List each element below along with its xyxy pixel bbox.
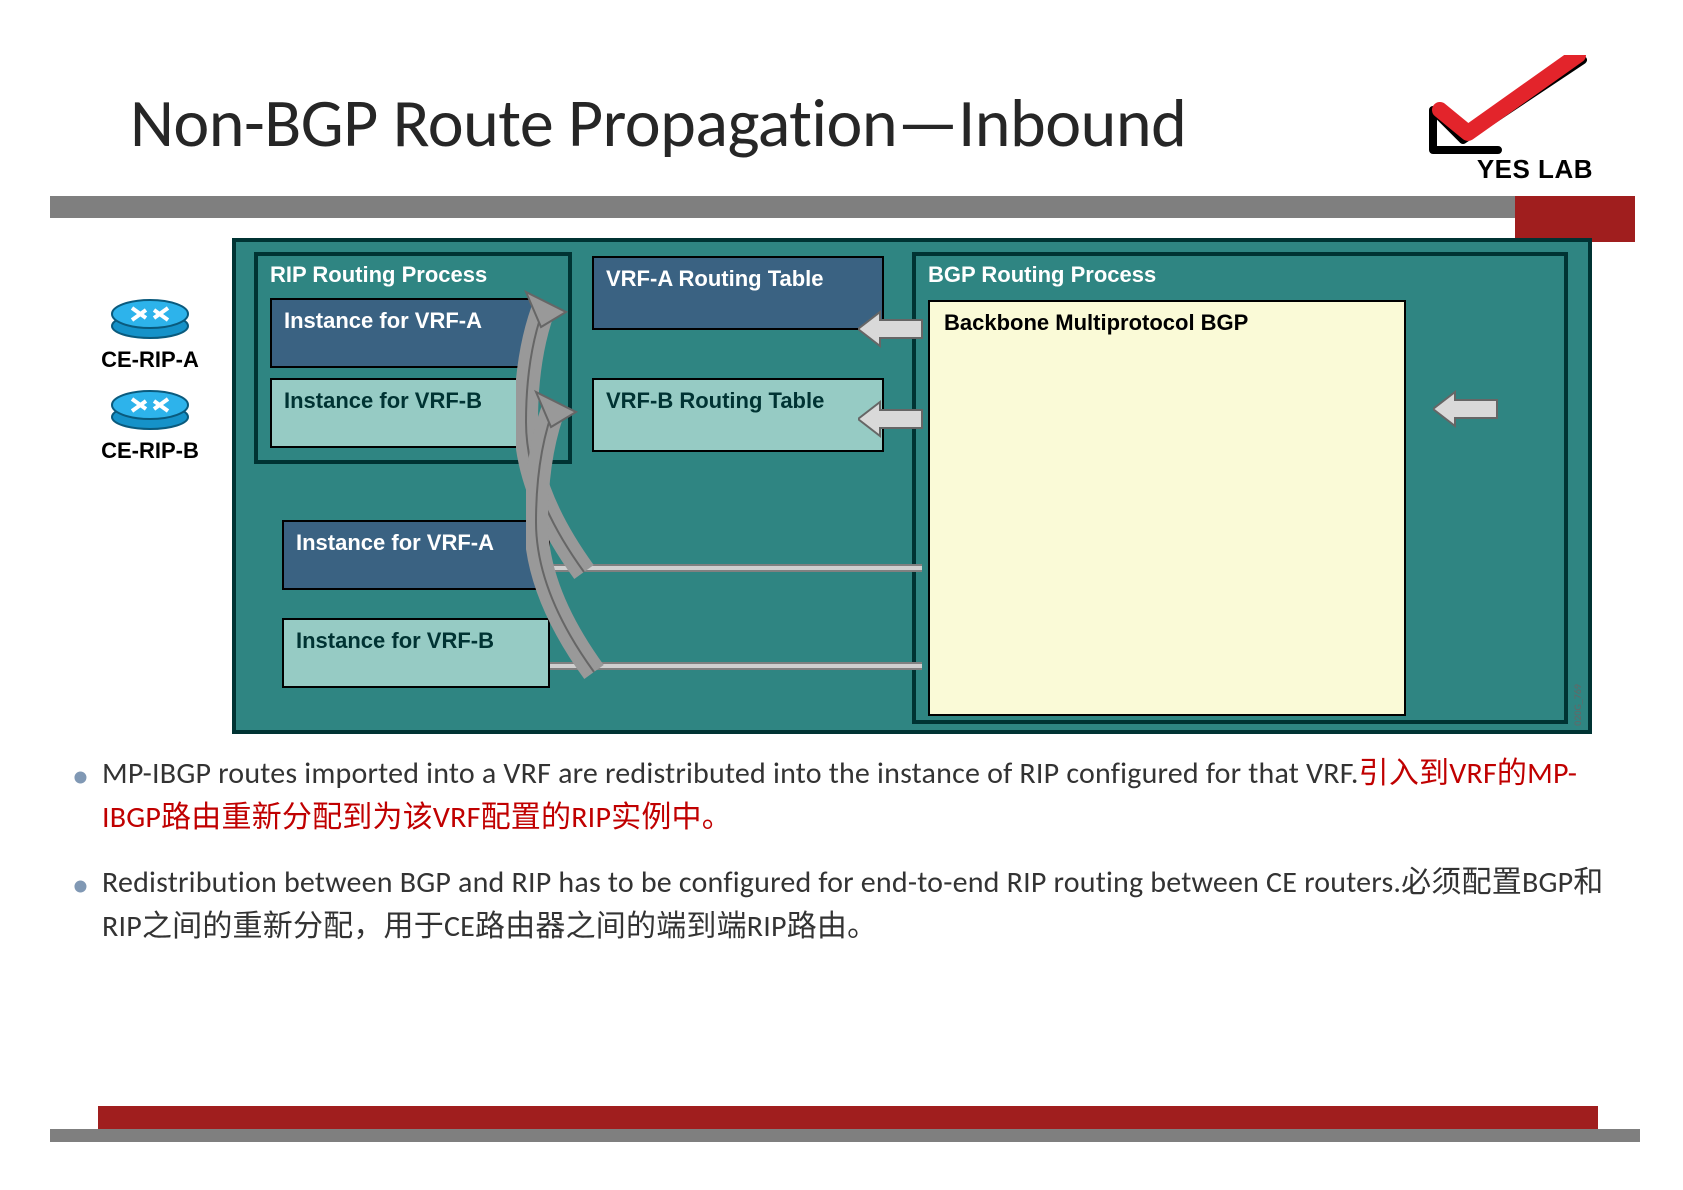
router-ce-rip-a: CE-RIP-A	[90, 290, 210, 373]
logo-text: YES LAB	[1477, 154, 1593, 185]
bullet-1-en: MP-IBGP routes imported into a VRF are r…	[102, 755, 1359, 792]
rip-process-box: RIP Routing Process Instance for VRF-A I…	[254, 252, 572, 464]
bottom-instance-vrf-b: Instance for VRF-B	[282, 618, 550, 688]
bullet-1: MP-IBGP routes imported into a VRF are r…	[60, 752, 1620, 839]
router-ce-rip-b: CE-RIP-B	[90, 381, 210, 464]
vrf-b-routing-table-box: VRF-B Routing Table	[592, 378, 884, 452]
bottom-instance-vrf-a: Instance for VRF-A	[282, 520, 550, 590]
router-icon	[110, 290, 190, 340]
bgp-process-box: BGP Routing Process Backbone Multiprotoc…	[912, 252, 1568, 724]
bullet-list: MP-IBGP routes imported into a VRF are r…	[60, 752, 1620, 970]
arrow-left-icon	[858, 398, 924, 440]
diagram-code: 020G_769	[1571, 684, 1584, 726]
slide: Non-BGP Route Propagation—Inbound YES LA…	[0, 0, 1683, 1190]
arrow-left-icon	[858, 308, 924, 350]
top-divider-red	[1515, 196, 1635, 242]
slide-title: Non-BGP Route Propagation—Inbound	[130, 82, 1186, 165]
yes-lab-logo: YES LAB	[1383, 70, 1593, 190]
router-list: CE-RIP-A CE-RIP-B	[90, 290, 210, 472]
bullet-2-en: Redistribution between BGP and RIP has t…	[102, 864, 1401, 901]
bottom-divider-red	[98, 1106, 1598, 1130]
connector-line	[550, 564, 922, 572]
diagram-container: RIP Routing Process Instance for VRF-A I…	[232, 238, 1592, 734]
connector-line	[550, 662, 922, 670]
router-icon	[110, 381, 190, 431]
bgp-inner-box: Backbone Multiprotocol BGP	[928, 300, 1406, 716]
instance-vrf-b-box: Instance for VRF-B	[270, 378, 538, 448]
router-label: CE-RIP-B	[90, 438, 210, 464]
bullet-2: Redistribution between BGP and RIP has t…	[60, 861, 1620, 948]
bottom-divider-grey	[50, 1129, 1640, 1142]
top-divider-grey	[50, 196, 1520, 218]
bgp-process-label: BGP Routing Process	[928, 262, 1552, 288]
checkmark-icon	[1428, 55, 1598, 165]
router-label: CE-RIP-A	[90, 347, 210, 373]
rip-process-label: RIP Routing Process	[270, 262, 556, 288]
instance-vrf-a-box: Instance for VRF-A	[270, 298, 538, 368]
arrow-left-icon	[1433, 388, 1499, 430]
vrf-a-routing-table-box: VRF-A Routing Table	[592, 256, 884, 330]
